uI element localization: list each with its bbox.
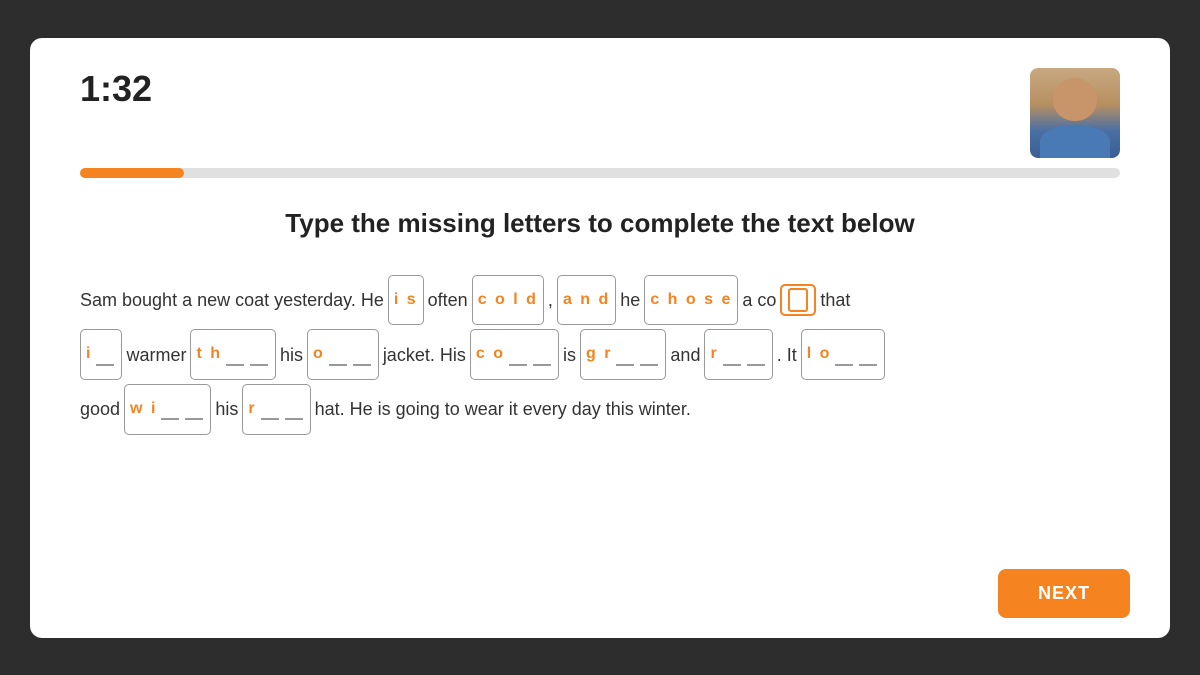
blank-gr1[interactable]: [616, 344, 634, 366]
line3-good: good: [80, 384, 120, 434]
word-box-th-blank: t h: [190, 329, 276, 380]
main-card: 1:32 Type the missing letters to complet…: [30, 38, 1170, 638]
word-box-co-blank2: c o: [470, 329, 559, 380]
line1-a-co: a co: [742, 275, 776, 325]
avatar-face: [1030, 68, 1120, 158]
avatar: [1030, 68, 1120, 158]
word-box-r-blank: r: [704, 329, 772, 380]
instruction-text: Type the missing letters to complete the…: [80, 208, 1120, 239]
line1-that: that: [820, 275, 850, 325]
word-box-o-blank: o: [307, 329, 379, 380]
line3-hat: hat. He is going to wear it every day th…: [315, 384, 691, 434]
text-line-1: Sam bought a new coat yesterday. He i s …: [80, 275, 1120, 326]
word-box-i-blank: i: [80, 329, 122, 380]
line2-warmer: warmer: [126, 330, 186, 380]
line2-jacket: jacket. His: [383, 330, 466, 380]
blank-lo2[interactable]: [859, 344, 877, 366]
avatar-head: [1053, 78, 1097, 121]
line2-his1: his: [280, 330, 303, 380]
progress-bar-fill: [80, 168, 184, 178]
blank-th2[interactable]: [250, 344, 268, 366]
text-line-3: good w i his r hat. He is going to wear …: [80, 384, 1120, 435]
word-box-cold: c o l d: [472, 275, 544, 326]
word-box-is: i s: [388, 275, 424, 326]
timer-display: 1:32: [80, 68, 152, 110]
word-box-and: a n d: [557, 275, 616, 326]
word-box-gr-blank: g r: [580, 329, 666, 380]
line1-often: often: [428, 275, 468, 325]
blank-r1[interactable]: [723, 344, 741, 366]
line2-and: and: [670, 330, 700, 380]
blank-r2[interactable]: [747, 344, 765, 366]
blank-wi1[interactable]: [161, 398, 179, 420]
blank-o1[interactable]: [329, 344, 347, 366]
line2-it: . It: [777, 330, 797, 380]
input-blank-co[interactable]: [788, 288, 808, 312]
text-area: Sam bought a new coat yesterday. He i s …: [80, 275, 1120, 435]
blank-co1[interactable]: [509, 344, 527, 366]
blank-r3[interactable]: [261, 398, 279, 420]
blank-i[interactable]: [96, 344, 114, 366]
blank-r4[interactable]: [285, 398, 303, 420]
next-button[interactable]: NEXT: [998, 569, 1130, 618]
text-line-2: i warmer t h his o jacket. His c o: [80, 329, 1120, 380]
blank-lo1[interactable]: [835, 344, 853, 366]
word-box-lo-blank: l o: [801, 329, 886, 380]
progress-bar-container: [80, 168, 1120, 178]
avatar-body: [1040, 125, 1110, 158]
line2-is: is: [563, 330, 576, 380]
blank-o2[interactable]: [353, 344, 371, 366]
line1-prefix: Sam bought a new coat yesterday. He: [80, 275, 384, 325]
line1-he: he: [620, 275, 640, 325]
word-box-wi-blank: w i: [124, 384, 211, 435]
blank-wi2[interactable]: [185, 398, 203, 420]
blank-gr2[interactable]: [640, 344, 658, 366]
line3-his2: his: [215, 384, 238, 434]
blank-co2[interactable]: [533, 344, 551, 366]
word-box-co-blank: [780, 284, 816, 316]
blank-th1[interactable]: [226, 344, 244, 366]
word-box-r-blank2: r: [242, 384, 310, 435]
header: 1:32: [80, 68, 1120, 158]
line1-comma: ,: [548, 275, 553, 325]
word-box-chose: c h o s e: [644, 275, 738, 326]
